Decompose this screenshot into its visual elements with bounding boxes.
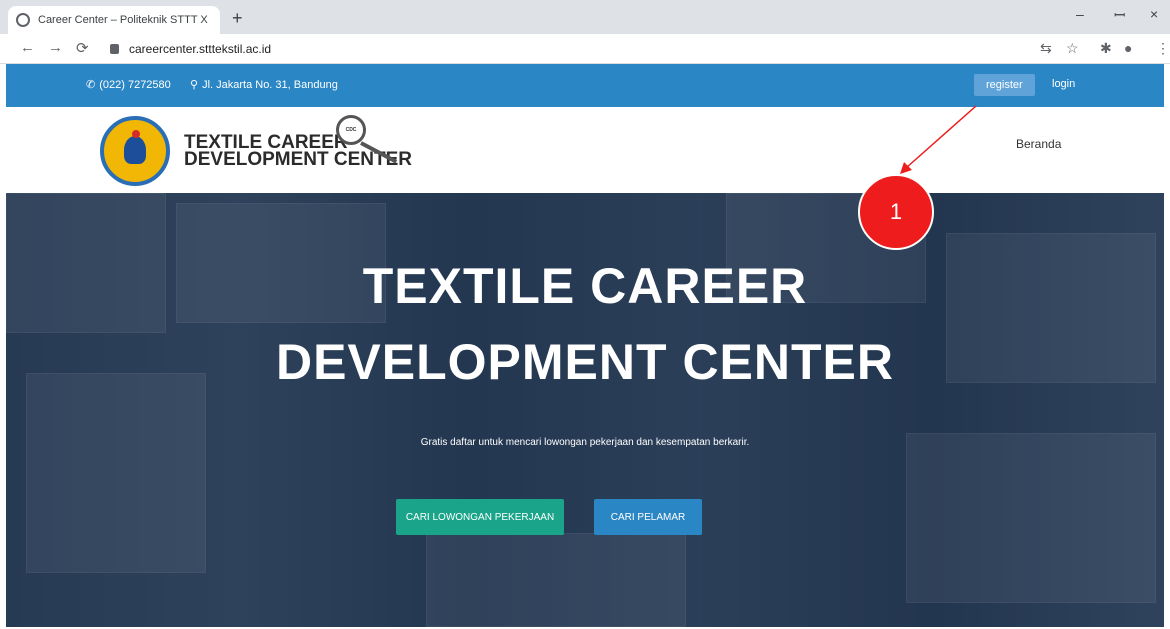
annotation-badge: 1 [858, 174, 934, 250]
annotation-arrow [900, 105, 977, 174]
